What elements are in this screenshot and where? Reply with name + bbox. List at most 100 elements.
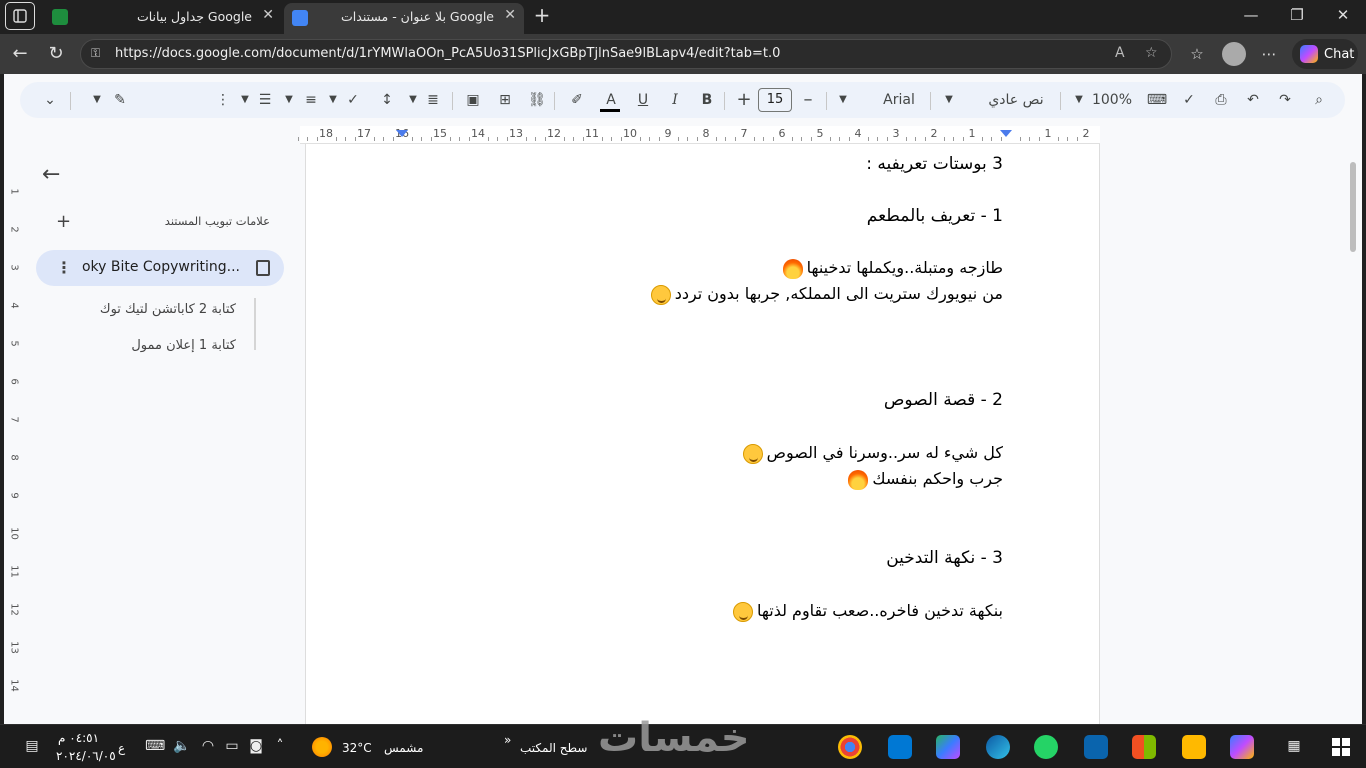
wifi-icon[interactable]: ◠: [198, 738, 218, 754]
notifications-icon[interactable]: ▤: [22, 738, 42, 754]
site-info-icon[interactable]: ⚿: [91, 46, 107, 62]
document-line[interactable]: 3 - نكهة التدخين: [886, 548, 1003, 568]
more-tools-icon[interactable]: ⋮: [216, 88, 230, 112]
task-view-icon[interactable]: ▦: [1284, 738, 1304, 754]
more-menu-icon[interactable]: ⋯: [1256, 42, 1282, 66]
weather-condition[interactable]: مشمس: [384, 741, 423, 755]
maximize-button[interactable]: ❐: [1282, 6, 1312, 24]
weather-temp[interactable]: 32°C: [342, 741, 372, 755]
mode-dropdown-icon[interactable]: ▼: [90, 88, 104, 112]
checklist-icon[interactable]: ✓: [342, 88, 364, 112]
favorite-star-icon[interactable]: ☆: [1145, 45, 1158, 61]
right-indent-marker[interactable]: [1000, 130, 1012, 137]
checklist-dropdown-icon[interactable]: ▼: [326, 88, 340, 112]
indent-icon[interactable]: ☰: [254, 88, 276, 112]
insert-link-icon[interactable]: ⛓: [526, 88, 548, 112]
undo-icon[interactable]: ↶: [1242, 88, 1264, 112]
desktop-chevron-icon[interactable]: »: [504, 733, 511, 747]
close-icon[interactable]: ✕: [262, 7, 274, 23]
editing-mode-pen-icon[interactable]: ✎: [110, 88, 130, 112]
close-outline-icon[interactable]: ←: [42, 162, 60, 187]
document-line[interactable]: بنكهة تدخين فاخره..صعب تقاوم لذتها: [729, 601, 1003, 622]
close-window-button[interactable]: ✕: [1328, 6, 1358, 24]
document-page[interactable]: 3 بوستات تعريفيه : 1 - تعريف بالمطعم طازجه…: [305, 144, 1100, 724]
horizontal-ruler[interactable]: 2 1 1 2 3 4 5 6 7 8 9 10 11 12 13 14 15 16 17 18: [297, 126, 1100, 144]
zoom-select[interactable]: 100%: [1090, 88, 1134, 112]
document-line[interactable]: 3 بوستات تعريفيه :: [866, 154, 1003, 174]
scrollbar-thumb[interactable]: [1350, 162, 1356, 252]
input-language[interactable]: ع: [118, 741, 125, 755]
desktop-toolbar-label[interactable]: سطح المكتب: [520, 741, 587, 755]
underline-button[interactable]: U: [632, 88, 654, 112]
document-line[interactable]: 2 - قصة الصوص: [884, 390, 1003, 410]
copilot-app-icon[interactable]: [1230, 735, 1254, 759]
copilot-chat-button[interactable]: Chat: [1292, 39, 1358, 69]
redo-icon[interactable]: ↷: [1274, 88, 1296, 112]
keyboard-icon[interactable]: ⌨: [145, 738, 165, 754]
outlook-app-icon[interactable]: [1084, 735, 1108, 759]
weather-sun-icon[interactable]: [312, 737, 332, 757]
decrease-font-size-button[interactable]: –: [798, 88, 818, 112]
add-comment-icon[interactable]: ⊞: [494, 88, 516, 112]
page-scrollbar[interactable]: [1347, 148, 1359, 724]
read-aloud-icon[interactable]: A: [1115, 45, 1125, 61]
style-dropdown-icon[interactable]: ▼: [942, 88, 956, 112]
font-size-input[interactable]: 15: [758, 88, 792, 112]
camera-icon[interactable]: ◙: [246, 738, 266, 754]
add-tab-button[interactable]: +: [56, 211, 71, 232]
line-spacing-icon[interactable]: ↕: [376, 88, 398, 112]
outline-item-active[interactable]: ⋮ oky Bite Copywriting...: [36, 250, 284, 286]
outline-heading-ad[interactable]: كتابة 1 إعلان ممول: [131, 338, 236, 353]
tab-google-sheets[interactable]: جداول بيانات Google ✕: [44, 3, 282, 31]
new-tab-button[interactable]: +: [530, 3, 554, 29]
left-indent-marker[interactable]: [396, 130, 408, 137]
tab-google-docs[interactable]: بلا عنوان - مستندات Google ✕: [284, 3, 524, 34]
refresh-icon[interactable]: ↻: [44, 42, 68, 66]
document-line[interactable]: 1 - تعريف بالمطعم: [867, 206, 1003, 226]
highlight-color-icon[interactable]: ✐: [566, 88, 588, 112]
profile-avatar[interactable]: [1222, 42, 1246, 66]
font-dropdown-icon[interactable]: ▼: [836, 88, 850, 112]
font-family-select[interactable]: Arial: [872, 88, 926, 112]
minimize-button[interactable]: —: [1236, 6, 1266, 24]
vscode-app-icon[interactable]: [888, 735, 912, 759]
file-explorer-app-icon[interactable]: [1182, 735, 1206, 759]
indent-dropdown-icon[interactable]: ▼: [238, 88, 252, 112]
edge-app-icon[interactable]: [986, 735, 1010, 759]
store-app-icon[interactable]: [1132, 735, 1156, 759]
outline-heading-tiktok[interactable]: كتابة 2 كاباتشن لتيك توك: [100, 302, 236, 317]
m365-app-icon[interactable]: [936, 735, 960, 759]
paint-format-icon[interactable]: ⌨: [1146, 88, 1168, 112]
bullets-dropdown-icon[interactable]: ▼: [282, 88, 296, 112]
favorites-icon[interactable]: ☆: [1184, 42, 1210, 66]
zoom-dropdown-icon[interactable]: ▼: [1072, 88, 1086, 112]
battery-icon[interactable]: ▭: [222, 738, 242, 754]
align-icon[interactable]: ≣: [422, 88, 444, 112]
align-dropdown-icon[interactable]: ▼: [406, 88, 420, 112]
tab-options-icon[interactable]: ⋮: [56, 258, 72, 277]
italic-button[interactable]: I: [664, 88, 686, 112]
spellcheck-icon[interactable]: ✓: [1178, 88, 1200, 112]
back-icon[interactable]: ←: [8, 42, 32, 66]
document-line[interactable]: جرب واحكم بنفسك: [844, 469, 1003, 490]
address-bar[interactable]: ⚿ https://docs.google.com/document/d/1rY…: [80, 39, 1172, 69]
bulleted-list-icon[interactable]: ≡: [300, 88, 322, 112]
document-line[interactable]: من نيويورك ستريت الى المملكه, جربها بدون…: [647, 284, 1003, 305]
whatsapp-app-icon[interactable]: [1034, 735, 1058, 759]
windows-start-icon[interactable]: [1332, 738, 1350, 756]
print-icon[interactable]: ⎙: [1210, 88, 1232, 112]
search-menus-icon[interactable]: ⌕: [1308, 88, 1330, 112]
close-icon[interactable]: ✕: [504, 7, 516, 23]
clock-time[interactable]: ٠٤:٥١ م: [58, 731, 99, 745]
document-line[interactable]: كل شيء له سر..وسرنا في الصوص: [739, 443, 1003, 464]
insert-image-icon[interactable]: ▣: [462, 88, 484, 112]
show-hidden-icons[interactable]: ˄: [270, 738, 290, 754]
tab-actions-button[interactable]: [5, 2, 35, 30]
volume-icon[interactable]: 🔈: [172, 738, 192, 754]
paragraph-style-select[interactable]: نص عادي: [980, 88, 1052, 112]
clock-date[interactable]: ٢٠٢٤/٠٦/٠٥: [56, 749, 116, 763]
increase-font-size-button[interactable]: +: [734, 88, 754, 112]
bold-button[interactable]: B: [696, 88, 718, 112]
chrome-app-icon[interactable]: [838, 735, 862, 759]
document-line[interactable]: طازجه ومتبلة..ويكملها تدخينها: [779, 258, 1003, 279]
